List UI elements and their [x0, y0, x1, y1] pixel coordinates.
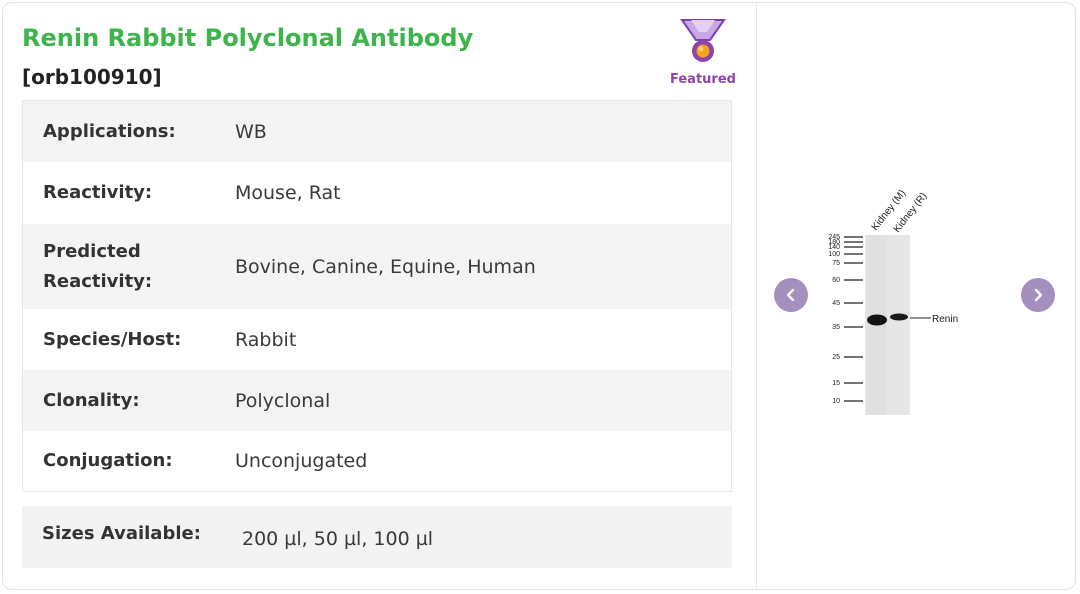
- sizes-label: Sizes Available:: [42, 522, 201, 544]
- spec-row-conjugation: Conjugation: Unconjugated: [23, 431, 731, 491]
- sizes-available: Sizes Available: 200 µl, 50 µl, 100 µl: [22, 506, 732, 568]
- western-blot-image[interactable]: Kidney (M) Kidney (R) 245 180 140 100 75…: [810, 185, 980, 425]
- spec-table: Applications: WB Reactivity: Mouse, Rat …: [22, 100, 732, 492]
- product-title[interactable]: Renin Rabbit Polyclonal Antibody: [22, 24, 473, 52]
- spec-value: Unconjugated: [235, 450, 368, 472]
- spec-value: Mouse, Rat: [235, 182, 341, 204]
- spec-row-species-host: Species/Host: Rabbit: [23, 309, 731, 370]
- marker-ladder: 245 180 140 100 75 60 45 35 25 15 10: [828, 234, 863, 405]
- spec-value: WB: [235, 120, 267, 143]
- panel-divider: [756, 3, 757, 589]
- spec-label: Species/Host:: [43, 328, 182, 350]
- marker-label: 60: [832, 277, 840, 284]
- band-lane-2: [890, 313, 908, 321]
- spec-value: Polyclonal: [235, 389, 331, 412]
- spec-label: Reactivity:: [43, 182, 153, 203]
- gallery-next-button[interactable]: [1021, 278, 1055, 312]
- marker-label: 140: [828, 244, 840, 251]
- marker-label: 45: [832, 300, 840, 307]
- spec-label: Predicted Reactivity:: [43, 240, 153, 292]
- chevron-right-icon: [1034, 288, 1043, 302]
- marker-label: 10: [832, 398, 840, 405]
- gallery-prev-button[interactable]: [774, 278, 808, 312]
- sizes-value: 200 µl, 50 µl, 100 µl: [242, 528, 434, 550]
- catalog-number: [orb100910]: [22, 65, 162, 89]
- marker-label: 75: [832, 260, 840, 267]
- spec-value: Rabbit: [235, 328, 297, 351]
- spec-row-applications: Applications: WB: [23, 101, 731, 162]
- spec-row-clonality: Clonality: Polyclonal: [23, 370, 731, 431]
- spec-label: Conjugation:: [43, 450, 173, 471]
- chevron-left-icon: [786, 288, 795, 302]
- featured-label: Featured: [670, 72, 736, 87]
- spec-label: Applications:: [43, 120, 176, 142]
- spec-label: Clonality:: [43, 389, 140, 411]
- marker-label: 35: [832, 324, 840, 331]
- marker-label: 15: [832, 380, 840, 387]
- medal-icon: [680, 19, 726, 62]
- featured-badge: Featured: [666, 18, 740, 87]
- band-label: Renin: [932, 314, 958, 325]
- spec-row-predicted-reactivity: Predicted Reactivity: Bovine, Canine, Eq…: [23, 224, 731, 309]
- spec-value: Bovine, Canine, Equine, Human: [235, 255, 536, 278]
- marker-label: 25: [832, 354, 840, 361]
- band-lane-1: [867, 314, 887, 326]
- marker-label: 100: [828, 251, 840, 258]
- spec-row-reactivity: Reactivity: Mouse, Rat: [23, 162, 731, 224]
